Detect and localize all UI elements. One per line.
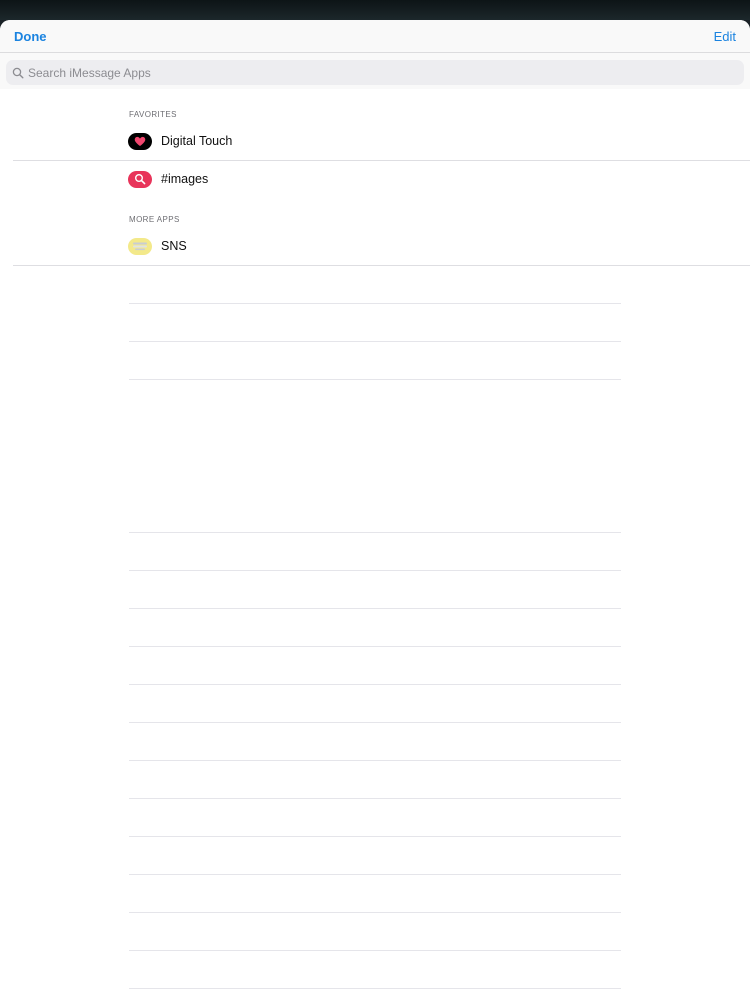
more-apps-section-header: MORE APPS <box>129 215 180 224</box>
empty-row-line <box>129 722 621 723</box>
edit-button[interactable]: Edit <box>714 29 736 44</box>
app-row-sns[interactable]: SNS <box>0 227 750 265</box>
empty-row-line <box>129 608 621 609</box>
digital-touch-icon <box>128 132 152 150</box>
images-search-icon <box>128 170 152 188</box>
search-field[interactable] <box>6 60 744 85</box>
empty-row-line <box>129 684 621 685</box>
favorites-section-header: FAVORITES <box>129 110 177 119</box>
empty-row-line <box>129 760 621 761</box>
empty-row-line <box>129 836 621 837</box>
empty-row-line <box>129 303 621 304</box>
app-label-images: #images <box>161 172 209 186</box>
app-label-sns: SNS <box>161 239 187 253</box>
empty-row-line <box>129 798 621 799</box>
empty-row-line <box>129 570 621 571</box>
empty-row-line <box>129 341 621 342</box>
app-row-digital-touch[interactable]: Digital Touch <box>0 122 750 160</box>
done-button[interactable]: Done <box>14 29 47 44</box>
imessage-apps-sheet: Done Edit FAVORITES Digital Touch <box>0 20 750 1000</box>
empty-row-line <box>129 912 621 913</box>
navigation-bar: Done Edit <box>0 20 750 53</box>
empty-row-line <box>129 874 621 875</box>
app-row-images[interactable]: #images <box>0 160 750 198</box>
search-bar <box>0 53 750 89</box>
empty-row-line <box>129 950 621 951</box>
empty-row-line <box>129 532 621 533</box>
empty-row-line <box>129 379 621 380</box>
status-bar-background <box>0 0 750 20</box>
empty-row-line <box>129 988 621 989</box>
empty-row-line <box>129 646 621 647</box>
search-input[interactable] <box>28 65 708 80</box>
sns-icon <box>128 237 152 255</box>
search-icon <box>12 67 24 79</box>
app-label-digital-touch: Digital Touch <box>161 134 233 148</box>
row-separator <box>13 265 750 266</box>
